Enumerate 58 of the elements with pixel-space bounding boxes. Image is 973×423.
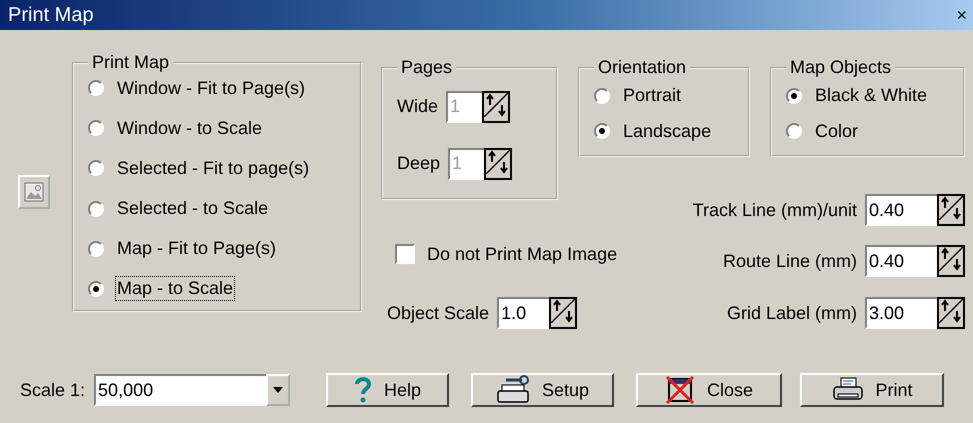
radio-button[interactable]	[786, 123, 802, 140]
number-field[interactable]: 1.0	[497, 297, 550, 329]
field-label: Track Line (mm)/unit	[692, 200, 857, 220]
radio-button[interactable]	[88, 160, 104, 176]
radio-label: Landscape	[622, 120, 712, 143]
radio-button[interactable]	[88, 280, 104, 297]
scale-label: Scale 1:	[20, 380, 86, 400]
field-label: Wide	[397, 96, 438, 117]
radio-button[interactable]	[594, 123, 610, 140]
radio-label: Map - Fit to Page(s)	[116, 237, 278, 260]
number-field[interactable]: 0.40	[865, 194, 937, 226]
scale-field[interactable]: 50,000	[94, 374, 266, 406]
spin-button[interactable]	[937, 297, 965, 329]
radio-button[interactable]	[88, 80, 104, 96]
radio-label: Map - to Scale	[116, 277, 234, 300]
window-title: Print Map	[8, 4, 94, 26]
number-field[interactable]: 3.00	[865, 297, 937, 329]
radio-label: Selected - Fit to page(s)	[116, 156, 310, 180]
caret-icon	[273, 387, 284, 393]
group-label: Orientation	[597, 57, 688, 78]
radio-button[interactable]	[594, 88, 610, 104]
picture-icon	[24, 182, 44, 202]
group-label: Map Objects	[789, 57, 892, 78]
group-label: Print Map	[91, 52, 170, 73]
group-label: Pages	[400, 57, 454, 78]
image-button[interactable]	[18, 175, 50, 209]
radio-button[interactable]	[786, 88, 802, 104]
radio-label: Window - Fit to Page(s)	[116, 76, 306, 100]
action-button[interactable]: Help	[326, 373, 450, 407]
printer-icon	[832, 377, 864, 403]
spin-button[interactable]	[549, 297, 578, 329]
field-label: Grid Label (mm)	[726, 302, 857, 324]
printer-wrench-icon	[496, 375, 530, 405]
close-box-icon	[665, 375, 696, 405]
spin-button[interactable]	[937, 194, 965, 226]
field-label: Route Line (mm)	[722, 250, 857, 272]
radio-button[interactable]	[88, 120, 104, 136]
action-button[interactable]: Print	[800, 373, 944, 407]
radio-label: Window - to Scale	[116, 116, 264, 140]
number-field[interactable]: 0.40	[865, 245, 937, 277]
field-label: Deep	[397, 153, 440, 174]
dropdown-button[interactable]	[266, 374, 290, 406]
spin-button[interactable]	[937, 245, 965, 277]
radio-label: Portrait	[622, 84, 682, 108]
radio-label: Selected - to Scale	[116, 197, 270, 220]
checkbox-label: Do not Print Map Image	[427, 244, 618, 264]
radio-label: Color	[814, 120, 860, 143]
radio-button[interactable]	[88, 240, 104, 257]
radio-label: Black & White	[814, 84, 928, 108]
help-icon	[354, 376, 372, 404]
action-button[interactable]: Close	[636, 373, 782, 407]
spin-button[interactable]	[482, 90, 510, 122]
close-button[interactable]: ×	[956, 6, 967, 24]
radio-button[interactable]	[88, 200, 104, 217]
field-label: Object Scale	[387, 302, 490, 324]
checkbox[interactable]	[395, 244, 415, 264]
action-button[interactable]: Setup	[471, 373, 614, 407]
spin-button[interactable]	[484, 148, 512, 180]
